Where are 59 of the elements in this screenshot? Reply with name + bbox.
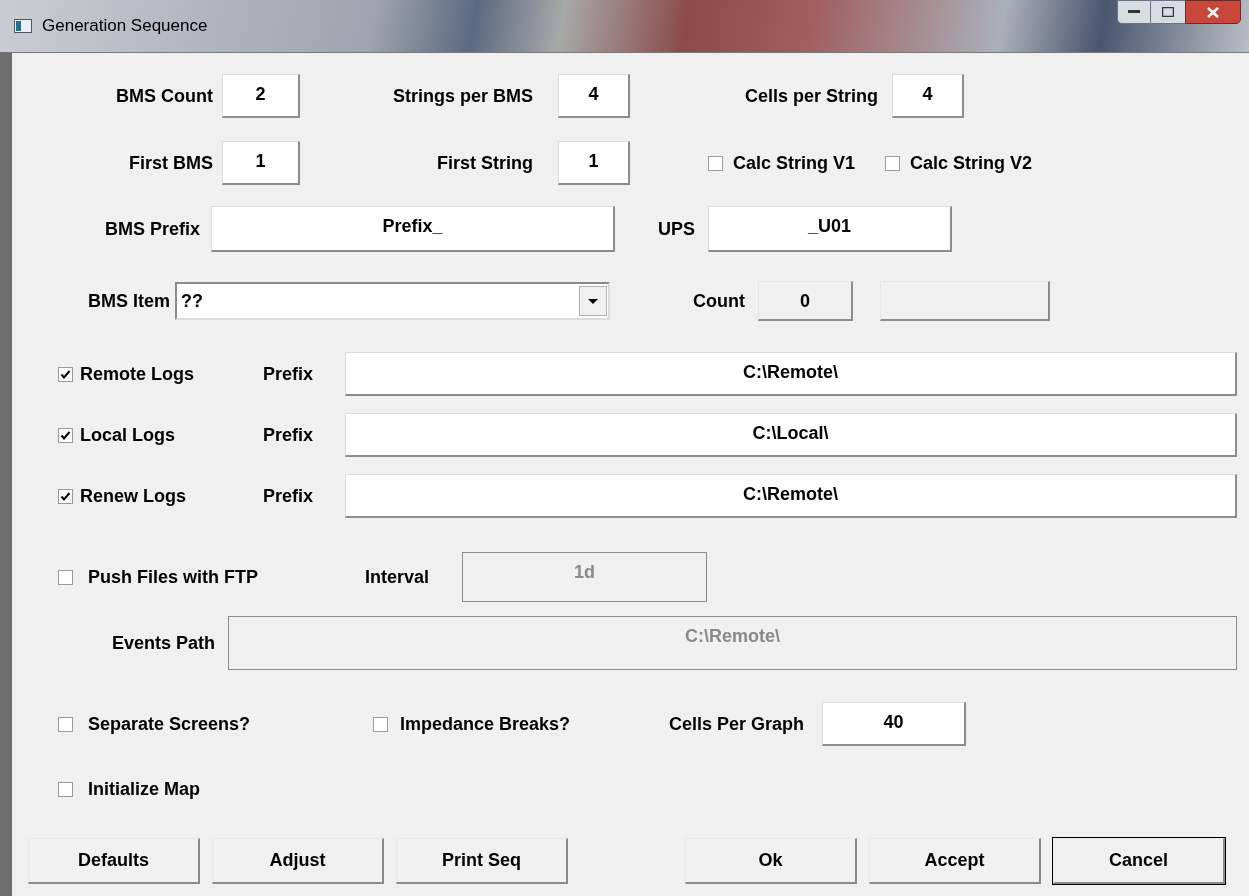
app-icon	[14, 19, 32, 33]
text-field[interactable]: _U01	[708, 206, 952, 252]
text-field[interactable]: 0	[758, 281, 853, 321]
field-label: Count	[692, 289, 745, 313]
text-field[interactable]: C:\Remote\	[345, 352, 1237, 396]
text-field[interactable]: 4	[558, 74, 630, 118]
text-field[interactable]: 2	[222, 74, 300, 118]
field-label: Interval	[365, 565, 431, 589]
field-label: UPS	[657, 217, 695, 241]
checkbox[interactable]	[58, 427, 73, 443]
field-label: Cells Per Graph	[669, 712, 806, 736]
text-field[interactable]: 1	[222, 141, 300, 185]
checkbox-label: Impedance Breaks?	[400, 712, 572, 736]
field-label: Strings per BMS	[391, 84, 533, 108]
checkbox-label: Push Files with FTP	[88, 565, 259, 589]
checkbox[interactable]	[58, 716, 73, 732]
text-field[interactable]: C:\Local\	[345, 413, 1237, 457]
checkbox-label: Calc String V1	[733, 151, 856, 175]
text-field[interactable]: 40	[822, 702, 966, 746]
text-field[interactable]: 4	[892, 74, 964, 118]
minimize-button[interactable]	[1117, 0, 1151, 24]
dropdown-field[interactable]: ??	[175, 282, 610, 320]
field-label: BMS Count	[115, 84, 213, 108]
field-label: Prefix	[263, 423, 315, 447]
text-field[interactable]: Prefix_	[211, 206, 615, 252]
field-label: First BMS	[128, 151, 213, 175]
text-field[interactable]: 1	[558, 141, 630, 185]
window-title: Generation Sequence	[42, 15, 208, 38]
field-label: First String	[436, 151, 533, 175]
field-label: BMS Item	[87, 289, 170, 313]
minimize-icon	[1128, 10, 1140, 14]
checkbox-label: Renew Logs	[80, 484, 187, 508]
checkbox[interactable]	[373, 716, 388, 732]
checkbox[interactable]	[58, 488, 73, 504]
field-label: Prefix	[263, 362, 315, 386]
checkbox[interactable]	[58, 366, 73, 382]
field-label: BMS Prefix	[103, 217, 200, 241]
dialog-button[interactable]: Cancel	[1053, 838, 1225, 884]
checkbox-label: Local Logs	[80, 423, 176, 447]
checkbox[interactable]	[58, 781, 73, 797]
close-button[interactable]	[1185, 0, 1241, 24]
close-icon	[1207, 6, 1219, 18]
checkbox-label: Initialize Map	[88, 777, 201, 801]
field-label: Cells per String	[743, 84, 878, 108]
dialog-button[interactable]: Print Seq	[396, 838, 568, 884]
field-label: Prefix	[263, 484, 315, 508]
checkbox-label: Separate Screens?	[88, 712, 252, 736]
checkbox-label: Remote Logs	[80, 362, 195, 386]
dialog-button[interactable]: Defaults	[28, 838, 200, 884]
dialog-button[interactable]: Accept	[869, 838, 1041, 884]
dialog-button[interactable]: Adjust	[212, 838, 384, 884]
checkbox[interactable]	[885, 155, 901, 171]
checkbox[interactable]	[708, 155, 723, 171]
field-label: Events Path	[110, 631, 215, 655]
dialog-button[interactable]: Ok	[685, 838, 857, 884]
text-field[interactable]: C:\Remote\	[345, 474, 1237, 518]
maximize-button[interactable]	[1151, 0, 1185, 24]
checkbox-label: Calc String V2	[910, 151, 1033, 175]
maximize-icon	[1162, 7, 1174, 17]
